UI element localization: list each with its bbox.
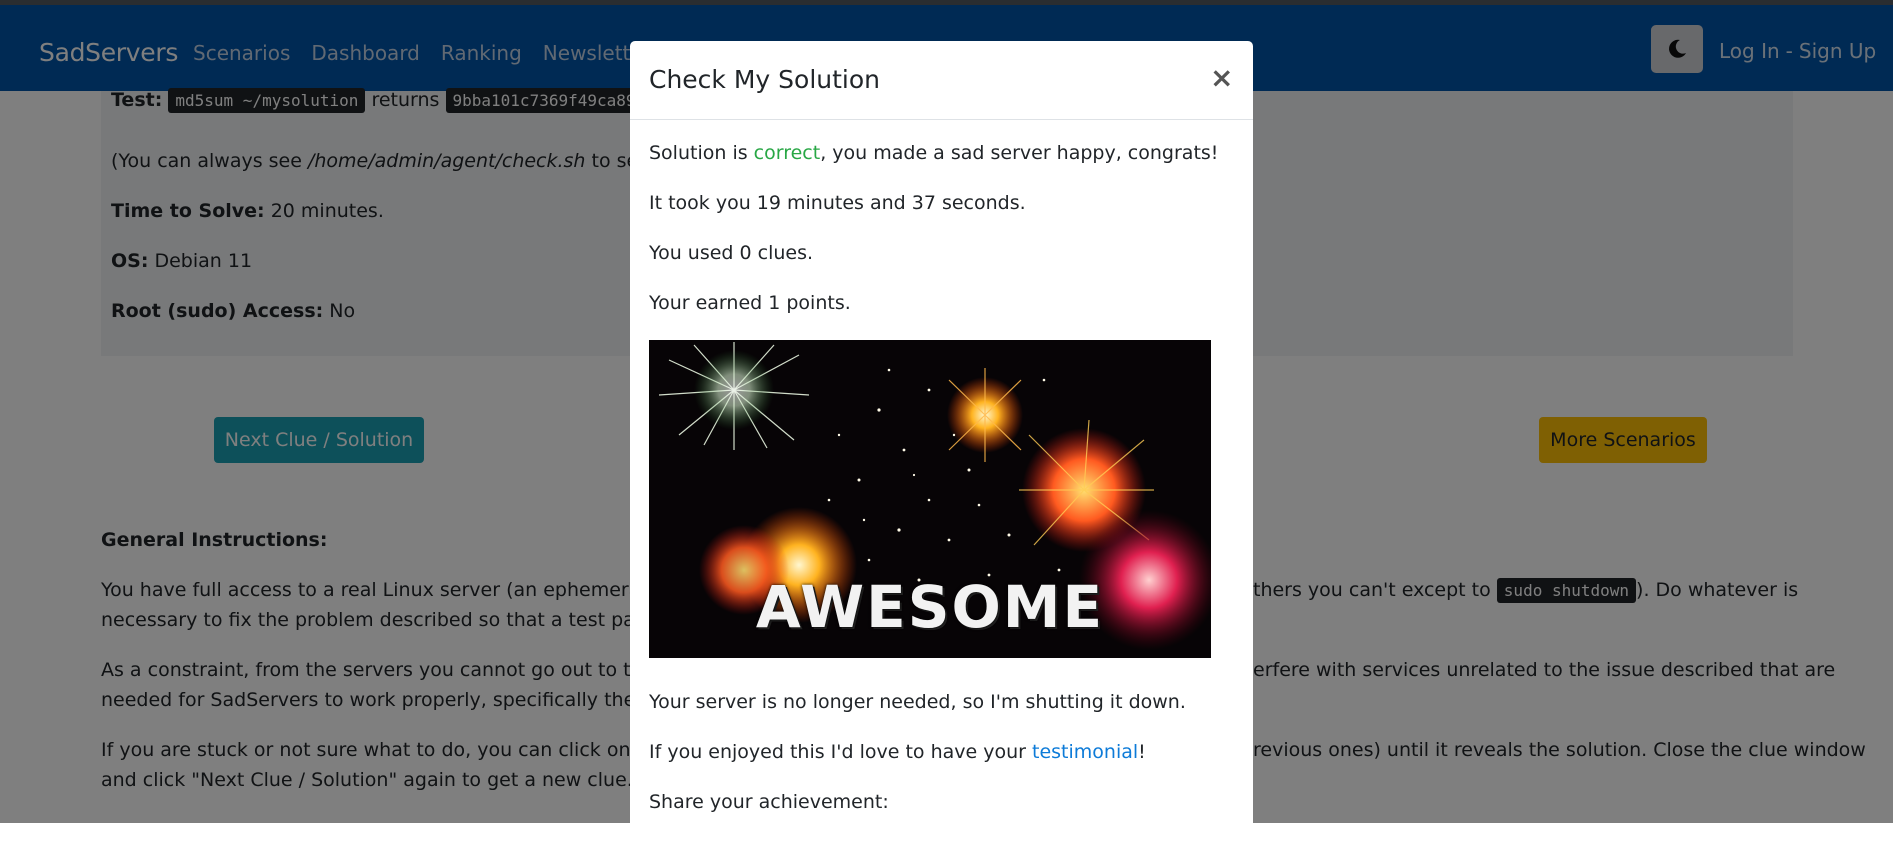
time-taken: It took you 19 minutes and 37 seconds. — [649, 192, 1026, 214]
awesome-text: AWESOME — [755, 573, 1105, 641]
check-solution-modal: Check My Solution × Solution is correct,… — [630, 41, 1253, 841]
close-icon[interactable]: × — [1210, 61, 1233, 94]
solution-status: correct — [753, 142, 821, 164]
solution-prefix: Solution is — [649, 142, 754, 164]
solution-status-line: Solution is correct, you made a sad serv… — [649, 142, 1218, 164]
testimonial-suffix: ! — [1138, 741, 1146, 763]
solution-suffix: , you made a sad server happy, congrats! — [820, 142, 1219, 164]
shutdown-message: Your server is no longer needed, so I'm … — [649, 691, 1186, 713]
testimonial-line: If you enjoyed this I'd love to have you… — [649, 741, 1146, 763]
awesome-fireworks-image: AWESOME — [649, 340, 1211, 658]
testimonial-link[interactable]: testimonial — [1032, 741, 1138, 763]
points-earned: Your earned 1 points. — [649, 292, 851, 314]
testimonial-prefix: If you enjoyed this I'd love to have you… — [649, 741, 1032, 763]
share-achievement: Share your achievement: — [649, 791, 889, 813]
modal-title: Check My Solution — [649, 65, 881, 94]
modal-header: Check My Solution × — [630, 41, 1253, 120]
clues-used: You used 0 clues. — [649, 242, 814, 264]
